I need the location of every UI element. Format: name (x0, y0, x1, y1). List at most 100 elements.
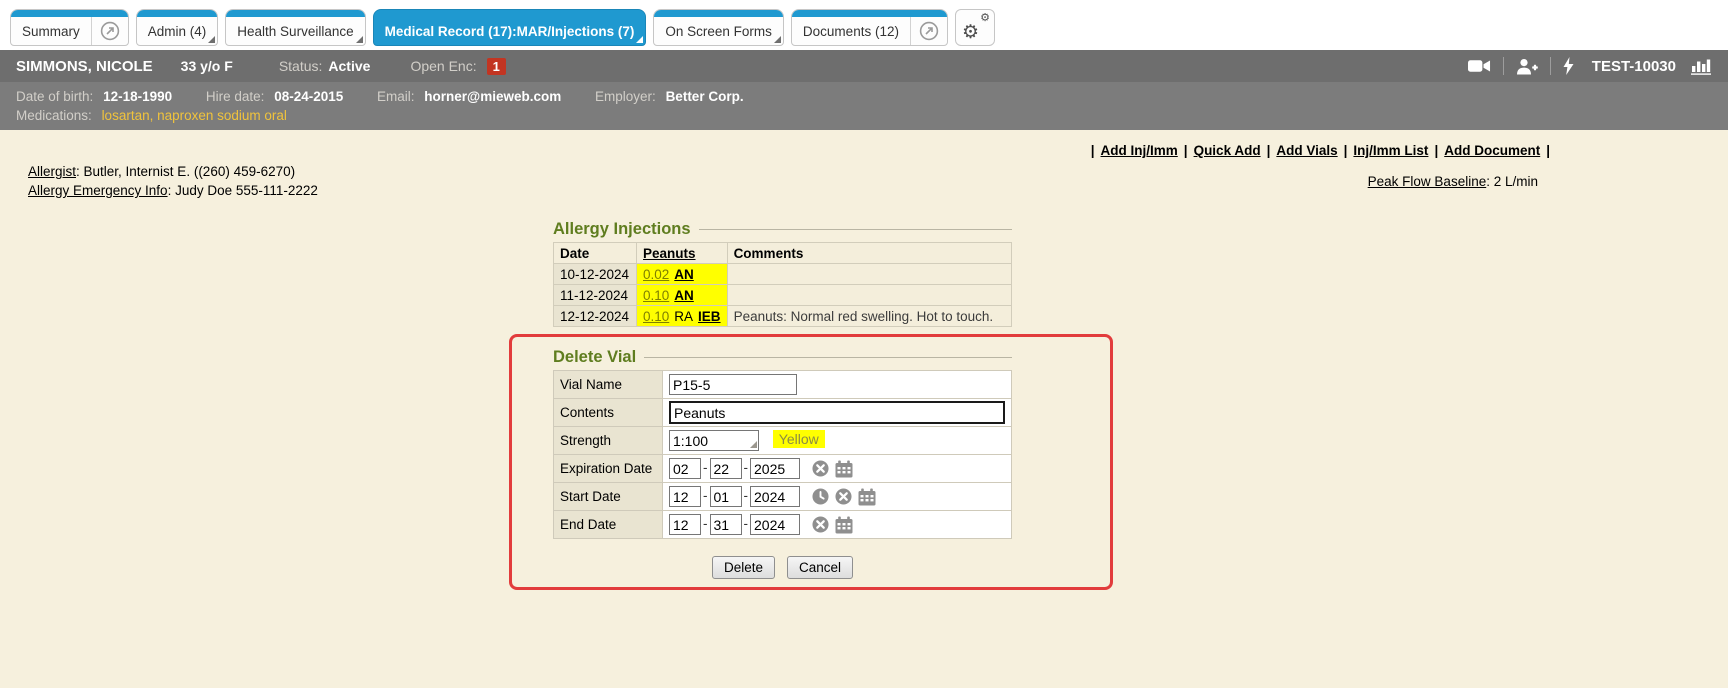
hire-date-label: Hire date: (206, 89, 265, 104)
clear-date-icon[interactable] (812, 516, 829, 533)
add-person-icon[interactable] (1516, 58, 1538, 75)
reaction-code-link[interactable]: AN (674, 288, 694, 303)
tab-admin-label[interactable]: Admin (4) (137, 10, 218, 45)
email-value: horner@mieweb.com (424, 89, 561, 104)
link-separator: | (1434, 143, 1438, 158)
medication-link[interactable]: losartan (102, 108, 150, 123)
tab-documents[interactable]: Documents (12) (791, 9, 948, 46)
allergy-emergency-info-value: : Judy Doe 555-111-2222 (168, 183, 318, 198)
strength-input[interactable] (669, 430, 759, 451)
delete-vial-form: Vial Name Contents Strength Yellow Expir… (553, 370, 1012, 539)
peak-flow-baseline-link[interactable]: Peak Flow Baseline (1368, 174, 1487, 189)
dose-link[interactable]: 0.10 (643, 288, 669, 303)
injection-date: 12-12-2024 (554, 306, 637, 327)
column-comments: Comments (727, 243, 1011, 264)
time-icon[interactable] (812, 488, 829, 505)
tab-health-surveillance[interactable]: Health Surveillance (225, 9, 365, 46)
vial-name-label: Vial Name (554, 371, 663, 399)
peak-flow-baseline: Peak Flow Baseline: 2 L/min (1368, 174, 1538, 189)
medication-separator: , (150, 108, 158, 123)
end-year-input[interactable] (750, 514, 800, 535)
tab-medical-record-label[interactable]: Medical Record (17):MAR/Injections (7) (374, 10, 646, 45)
dose-link[interactable]: 0.10 (643, 309, 669, 324)
column-peanuts: Peanuts (637, 243, 728, 264)
form-row-end-date: End Date -- (554, 511, 1012, 539)
settings-tab-button[interactable]: ⚙ ⚙ (955, 9, 995, 46)
open-enc-badge[interactable]: 1 (487, 58, 506, 75)
tab-on-screen-forms-label[interactable]: On Screen Forms (654, 10, 783, 45)
calendar-icon[interactable] (835, 516, 853, 534)
expiration-year-input[interactable] (750, 458, 800, 479)
dob-label: Date of birth: (16, 89, 93, 104)
calendar-icon[interactable] (835, 460, 853, 478)
column-peanuts-link[interactable]: Peanuts (643, 246, 696, 261)
tab-summary[interactable]: Summary (10, 9, 129, 46)
lightning-icon[interactable] (1563, 57, 1574, 75)
popout-icon[interactable] (910, 10, 947, 45)
end-date-label: End Date (554, 511, 663, 539)
injection-comment (727, 285, 1011, 306)
link-add-inj-imm[interactable]: Add Inj/Imm (1101, 143, 1178, 158)
delete-button[interactable]: Delete (712, 556, 775, 579)
strength-combo (669, 430, 759, 451)
allergy-injections-section: Allergy Injections Date Peanuts Comments… (553, 220, 1012, 327)
start-date-label: Start Date (554, 483, 663, 511)
contents-input[interactable] (669, 401, 1005, 424)
end-month-input[interactable] (669, 514, 701, 535)
email-label: Email: (377, 89, 415, 104)
tab-health-surveillance-label[interactable]: Health Surveillance (226, 10, 364, 45)
popout-icon[interactable] (91, 10, 128, 45)
dose-link[interactable]: 0.02 (643, 267, 669, 282)
link-separator: | (1091, 143, 1095, 158)
allergist-value: : Butler, Internist E. ((260) 459-6270) (76, 164, 295, 179)
date-separator: - (703, 460, 708, 475)
hire-date-value: 08-24-2015 (274, 89, 343, 104)
peak-flow-baseline-value: : 2 L/min (1486, 174, 1538, 189)
injection-date: 10-12-2024 (554, 264, 637, 285)
injection-comment: Peanuts: Normal red swelling. Hot to tou… (727, 306, 1011, 327)
patient-id: TEST-10030 (1592, 58, 1676, 75)
strength-label: Strength (554, 427, 663, 455)
link-add-vials[interactable]: Add Vials (1276, 143, 1337, 158)
cancel-button[interactable]: Cancel (787, 556, 853, 579)
date-separator: - (703, 488, 708, 503)
form-row-strength: Strength Yellow (554, 427, 1012, 455)
expiration-day-input[interactable] (710, 458, 742, 479)
form-row-start-date: Start Date -- (554, 483, 1012, 511)
table-header-row: Date Peanuts Comments (554, 243, 1012, 264)
tab-medical-record[interactable]: Medical Record (17):MAR/Injections (7) (373, 9, 647, 46)
medication-link[interactable]: naproxen sodium oral (157, 108, 287, 123)
tab-summary-label[interactable]: Summary (11, 10, 91, 45)
expiration-month-input[interactable] (669, 458, 701, 479)
clear-date-icon[interactable] (835, 488, 852, 505)
injection-row: 10-12-2024 0.02 AN (554, 264, 1012, 285)
video-camera-icon[interactable] (1468, 58, 1491, 74)
form-row-expiration-date: Expiration Date -- (554, 455, 1012, 483)
tab-bar: Summary Admin (4) Health Surveillance Me… (0, 0, 1728, 50)
allergist-link[interactable]: Allergist (28, 164, 76, 179)
link-add-document[interactable]: Add Document (1444, 143, 1540, 158)
allergy-emergency-info-link[interactable]: Allergy Emergency Info (28, 183, 168, 198)
start-month-input[interactable] (669, 486, 701, 507)
tab-on-screen-forms[interactable]: On Screen Forms (653, 9, 784, 46)
start-year-input[interactable] (750, 486, 800, 507)
delete-vial-section: Delete Vial Vial Name Contents Strength … (553, 348, 1012, 539)
delete-vial-title: Delete Vial (553, 348, 1012, 367)
link-inj-imm-list[interactable]: Inj/Imm List (1353, 143, 1428, 158)
start-day-input[interactable] (710, 486, 742, 507)
bar-chart-icon[interactable] (1690, 58, 1712, 75)
tab-admin[interactable]: Admin (4) (136, 9, 219, 46)
employer-label: Employer: (595, 89, 656, 104)
patient-age-sex: 33 y/o F (181, 58, 233, 74)
vial-name-input[interactable] (669, 374, 797, 395)
clear-date-icon[interactable] (812, 460, 829, 477)
injection-comment (727, 264, 1011, 285)
employer-value: Better Corp. (666, 89, 744, 104)
reaction-code-link[interactable]: AN (674, 267, 694, 282)
tab-documents-label[interactable]: Documents (12) (792, 10, 910, 45)
reaction-code-link[interactable]: IEB (698, 309, 721, 324)
form-row-contents: Contents (554, 399, 1012, 427)
link-quick-add[interactable]: Quick Add (1194, 143, 1261, 158)
calendar-icon[interactable] (858, 488, 876, 506)
end-day-input[interactable] (710, 514, 742, 535)
